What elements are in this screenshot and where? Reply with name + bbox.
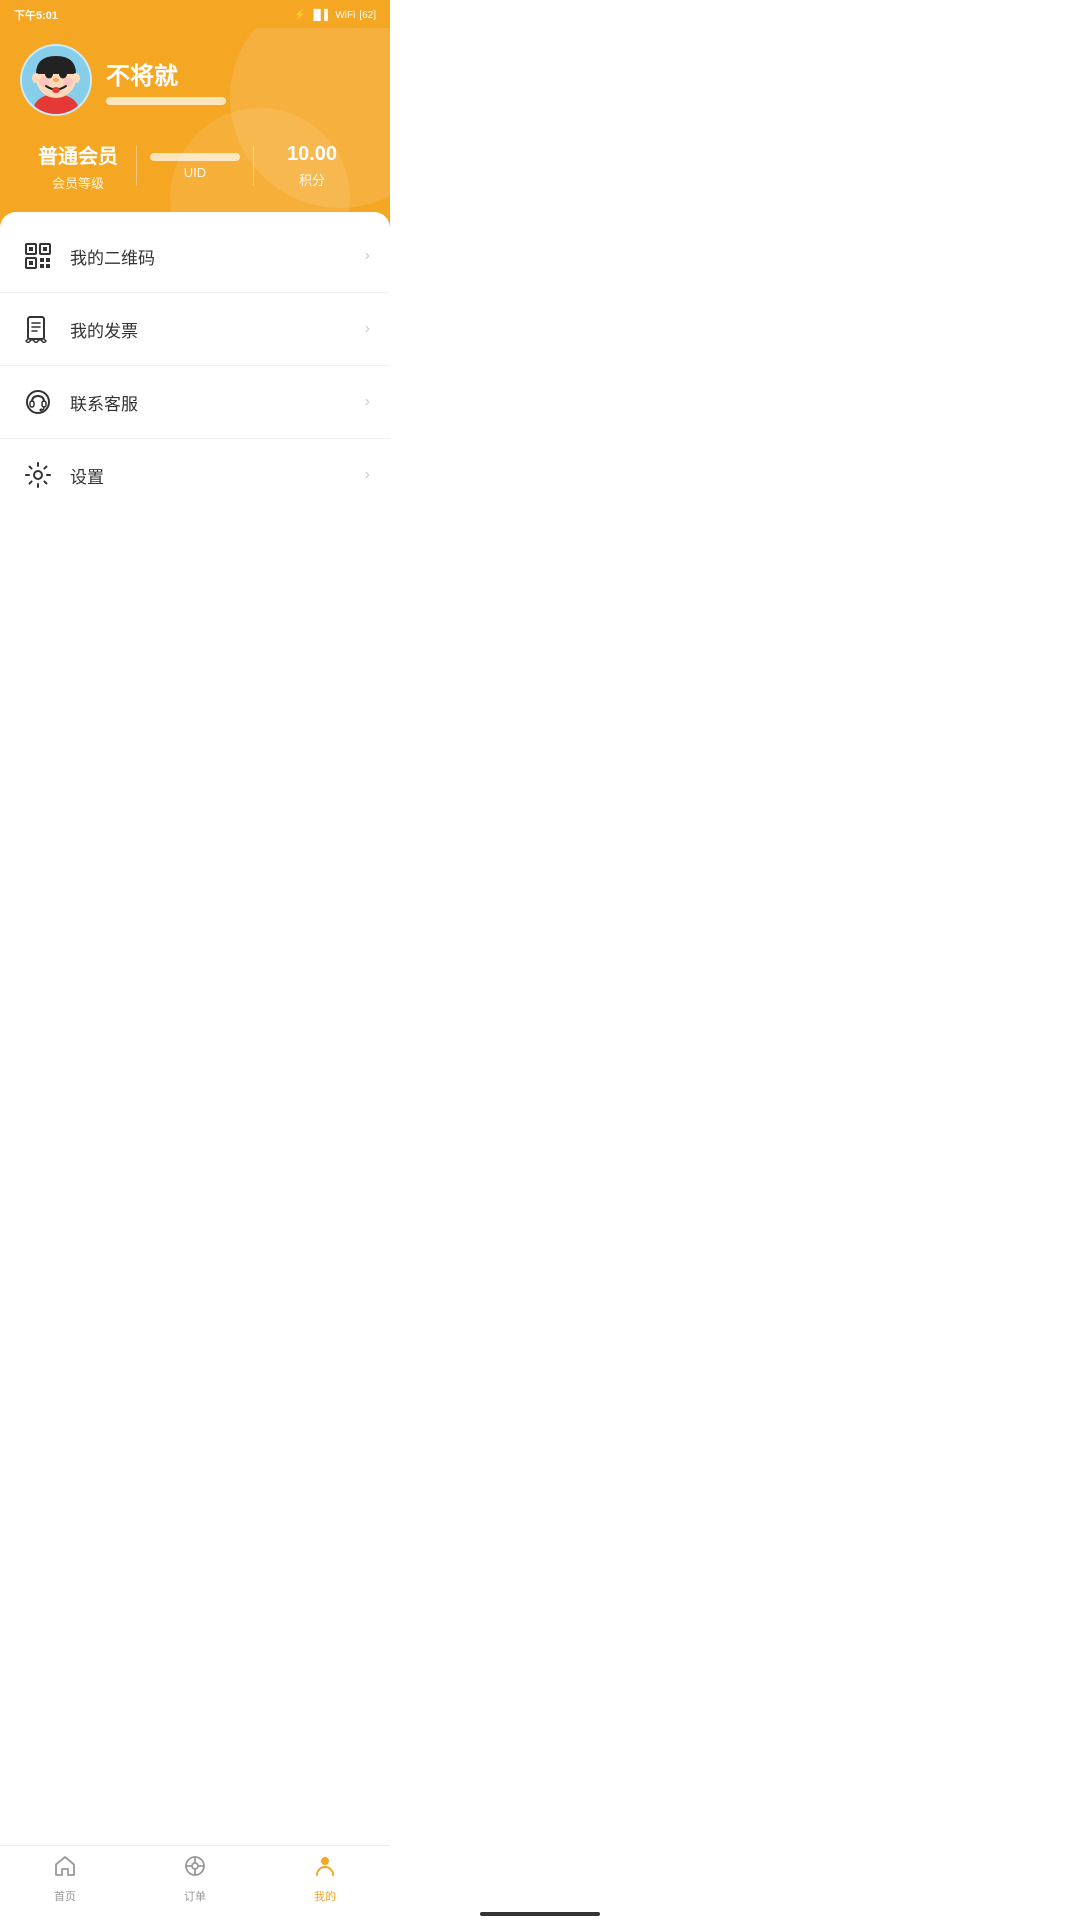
qrcode-icon [20,238,56,274]
signal-icon: ▐▌▌ [310,10,331,21]
menu-container: 我的二维码 › 我的发票 › 联系 [0,212,390,519]
support-label: 联系客服 [70,390,365,415]
nav-orders-label: 订单 [184,1888,206,1904]
nav-item-home[interactable]: 首页 [0,1854,130,1904]
points-stat: 10.00 积分 [254,143,370,189]
stats-row: 普通会员 会员等级 UID 10.00 积分 [20,140,370,192]
member-level-value: 普通会员 [38,140,118,169]
support-icon [20,384,56,420]
menu-item-invoice[interactable]: 我的发票 › [0,293,390,366]
nav-item-orders[interactable]: 订单 [130,1854,260,1904]
profile-info: 不将就 [106,56,226,105]
settings-arrow: › [365,466,370,484]
points-label: 积分 [299,170,325,189]
qrcode-label: 我的二维码 [70,244,365,269]
status-bar: 下午5:01 ⚡ ▐▌▌ WiFi [62] [0,0,390,28]
status-icons: ⚡ ▐▌▌ WiFi [62] [294,10,376,21]
home-icon [53,1854,77,1884]
nav-mine-label: 我的 [314,1888,336,1904]
bottom-indicator [480,1912,600,1916]
menu-item-support[interactable]: 联系客服 › [0,366,390,439]
avatar[interactable] [20,44,92,116]
invoice-arrow: › [365,320,370,338]
profile-row: 不将就 [20,44,370,116]
nav-item-mine[interactable]: 我的 [260,1854,390,1904]
menu-item-qrcode[interactable]: 我的二维码 › [0,220,390,293]
uid-stat: UID [137,153,253,180]
username: 不将就 [106,56,226,91]
member-level-label: 会员等级 [52,173,104,192]
nav-home-label: 首页 [54,1888,76,1904]
bluetooth-icon: ⚡ [294,10,306,21]
orders-icon [183,1854,207,1884]
bottom-nav: 首页 订单 我的 [0,1845,390,1920]
invoice-icon [20,311,56,347]
settings-label: 设置 [70,463,365,488]
menu-item-settings[interactable]: 设置 › [0,439,390,511]
invoice-label: 我的发票 [70,317,365,342]
settings-icon [20,457,56,493]
uid-bar [150,153,240,161]
profile-header: 不将就 普通会员 会员等级 UID 10.00 积分 [0,28,390,228]
support-arrow: › [365,393,370,411]
uid-label: UID [184,165,206,180]
wifi-icon: WiFi [335,10,355,21]
points-value: 10.00 [287,143,337,166]
battery-icon: [62] [359,10,376,21]
username-bar [106,97,226,105]
mine-icon [313,1854,337,1884]
qrcode-arrow: › [365,247,370,265]
member-level-stat: 普通会员 会员等级 [20,140,136,192]
status-time: 下午5:01 [14,7,58,23]
